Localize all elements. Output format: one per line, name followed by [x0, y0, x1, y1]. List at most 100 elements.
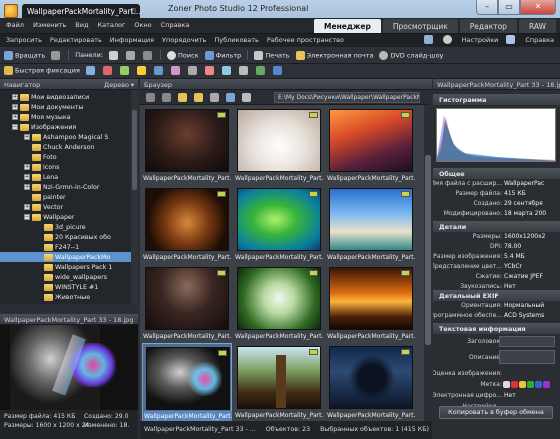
tree-item[interactable]: Животные — [0, 292, 131, 302]
label-purple-swatch[interactable] — [543, 381, 550, 388]
menu-item[interactable]: Изменить — [33, 21, 66, 29]
label-none-swatch[interactable] — [503, 381, 510, 388]
menu-organize[interactable]: Упорядочить — [162, 36, 206, 44]
tree-item[interactable]: F247--1 — [0, 242, 131, 252]
tool-icon[interactable] — [102, 66, 112, 75]
thumbnail-item[interactable]: WallpaperPackMortality_Part... — [142, 264, 232, 343]
thumbnail-item[interactable]: WallpaperPackMortality_Part... — [326, 185, 416, 264]
tree-item[interactable]: Мои картинки — [0, 302, 131, 304]
thumbnail-image[interactable] — [145, 188, 229, 251]
tree-item[interactable]: WINSTYLE #1 — [0, 282, 131, 292]
menu-info[interactable]: Информация — [110, 36, 154, 44]
expander-icon[interactable]: + — [12, 114, 18, 120]
tab-viewer[interactable]: Просмотрщик — [382, 19, 458, 33]
view-mode-icon[interactable] — [226, 93, 235, 102]
tool-icon[interactable] — [136, 66, 146, 75]
tool-icon[interactable] — [187, 66, 197, 75]
details-header[interactable]: Детали — [433, 221, 560, 232]
tree-item[interactable]: 20 Красивых обо — [0, 232, 131, 242]
thumbnail-size-icon[interactable] — [242, 93, 251, 102]
tool-icon[interactable] — [85, 66, 95, 75]
thumbnail-image[interactable] — [329, 188, 413, 251]
panel-layout-icon[interactable] — [109, 50, 118, 60]
menu-item[interactable]: Окно — [134, 21, 151, 29]
tree-item[interactable]: WallpaperPackMo — [0, 252, 131, 262]
tab-editor[interactable]: Редактор — [459, 19, 517, 33]
forward-icon[interactable] — [162, 93, 171, 102]
grid-scrollbar[interactable] — [424, 105, 432, 421]
tool-icon[interactable] — [119, 66, 129, 75]
menu-item[interactable]: Справка — [161, 21, 190, 29]
thumbnail-item[interactable]: WallpaperPackMortality_Part... — [326, 264, 416, 343]
tree-item[interactable]: painter — [0, 192, 131, 202]
print-button[interactable]: Печать — [254, 50, 290, 60]
tree-item[interactable]: + Мои видеозаписи — [0, 92, 131, 102]
email-button[interactable]: Электронная почта — [295, 50, 373, 60]
tree-item[interactable]: − Изображения — [0, 122, 131, 132]
thumbnail-item[interactable]: WallpaperPackMortality_Part... — [234, 264, 324, 343]
expander-icon[interactable]: − — [24, 214, 30, 220]
menu-item[interactable]: Вид — [75, 21, 88, 29]
mail-icon[interactable] — [423, 35, 433, 44]
thumbnail-image[interactable] — [237, 267, 321, 330]
scrollbar-thumb[interactable] — [425, 155, 431, 345]
quick-fix-button[interactable]: Быстрая фиксация — [4, 66, 80, 75]
gear-icon[interactable] — [442, 35, 452, 44]
back-icon[interactable] — [146, 93, 155, 102]
expander-icon[interactable]: + — [24, 134, 30, 140]
menu-item[interactable]: Файл — [6, 21, 24, 29]
thumbnail-item[interactable]: WallpaperPackMortality_Part... — [234, 106, 324, 185]
general-header[interactable]: Общее — [433, 168, 560, 179]
thumbnail-image[interactable] — [329, 267, 413, 330]
tree-item[interactable]: + Vector — [0, 202, 131, 212]
path-input[interactable]: E:\My Docs\Рисунки\Wallpaper\WallpaperPa… — [274, 92, 420, 103]
tree-item[interactable]: + Nzi-Grmn-in-Color — [0, 182, 131, 192]
tree-item[interactable]: Foto — [0, 152, 131, 162]
tree-item[interactable]: + Мои документы — [0, 102, 131, 112]
thumbnail-item[interactable]: WallpaperPackMortality_Part... — [142, 185, 232, 264]
menu-publish[interactable]: Публиковать — [214, 36, 258, 44]
tree-item[interactable]: + Ashampoo Magical S — [0, 132, 131, 142]
tree-item[interactable]: wide_wallpapers — [0, 272, 131, 282]
chevron-down-icon[interactable]: ▾ — [131, 81, 134, 89]
tool-icon[interactable] — [170, 66, 180, 75]
tree-item[interactable]: 3d_picure — [0, 222, 131, 232]
tab-manager[interactable]: Менеджер — [314, 19, 381, 33]
tool-icon[interactable] — [153, 66, 163, 75]
tool-icon[interactable] — [238, 66, 248, 75]
thumbnail-image[interactable] — [145, 267, 229, 330]
thumbnail-item[interactable]: WallpaperPackMortality_Part... — [326, 106, 416, 185]
label-blue-swatch[interactable] — [535, 381, 542, 388]
expander-icon[interactable]: − — [12, 124, 18, 130]
thumbnail-image[interactable] — [237, 346, 321, 409]
scrollbar-thumb[interactable] — [132, 110, 137, 190]
tree-item[interactable]: + Icons — [0, 162, 131, 172]
menu-edit[interactable]: Редактировать — [50, 36, 102, 44]
thumbnail-image[interactable] — [329, 346, 413, 409]
color-label-picker[interactable] — [503, 381, 550, 388]
thumbnail-item[interactable]: WallpaperPackMortality_Part... — [326, 343, 416, 421]
expander-icon[interactable]: + — [24, 164, 30, 170]
sort-icon[interactable] — [210, 93, 219, 102]
help-link[interactable]: Справка — [525, 36, 554, 44]
tree-scrollbar[interactable] — [131, 90, 138, 304]
filter-button[interactable]: Фильтр — [204, 50, 241, 60]
menu-query[interactable]: Запросить — [6, 36, 42, 44]
folder-up-icon[interactable] — [194, 93, 203, 102]
menu-workspace[interactable]: Рабочее пространство — [267, 36, 344, 44]
tool-icon[interactable] — [255, 66, 265, 75]
expander-icon[interactable]: + — [12, 94, 18, 100]
rotate-right-icon[interactable] — [51, 50, 61, 60]
folder-icon[interactable] — [178, 93, 187, 102]
copy-to-clipboard-button[interactable]: Копировать в буфер обмена — [439, 406, 553, 419]
panel-layout-2-icon[interactable] — [126, 50, 135, 60]
expander-icon[interactable]: + — [24, 204, 30, 210]
thumbnail-image[interactable] — [329, 109, 413, 172]
label-yellow-swatch[interactable] — [519, 381, 526, 388]
thumbnail-item[interactable]: WallpaperPackMortality_Part... — [234, 343, 324, 421]
exif-header[interactable]: Детальный EXIF — [433, 290, 560, 301]
search-button[interactable]: Поиск — [167, 50, 199, 60]
thumbnail-item[interactable]: WallpaperPackMortality_Part... — [142, 106, 232, 185]
tree-item[interactable]: + Моя музыка — [0, 112, 131, 122]
description-field[interactable] — [499, 350, 555, 364]
